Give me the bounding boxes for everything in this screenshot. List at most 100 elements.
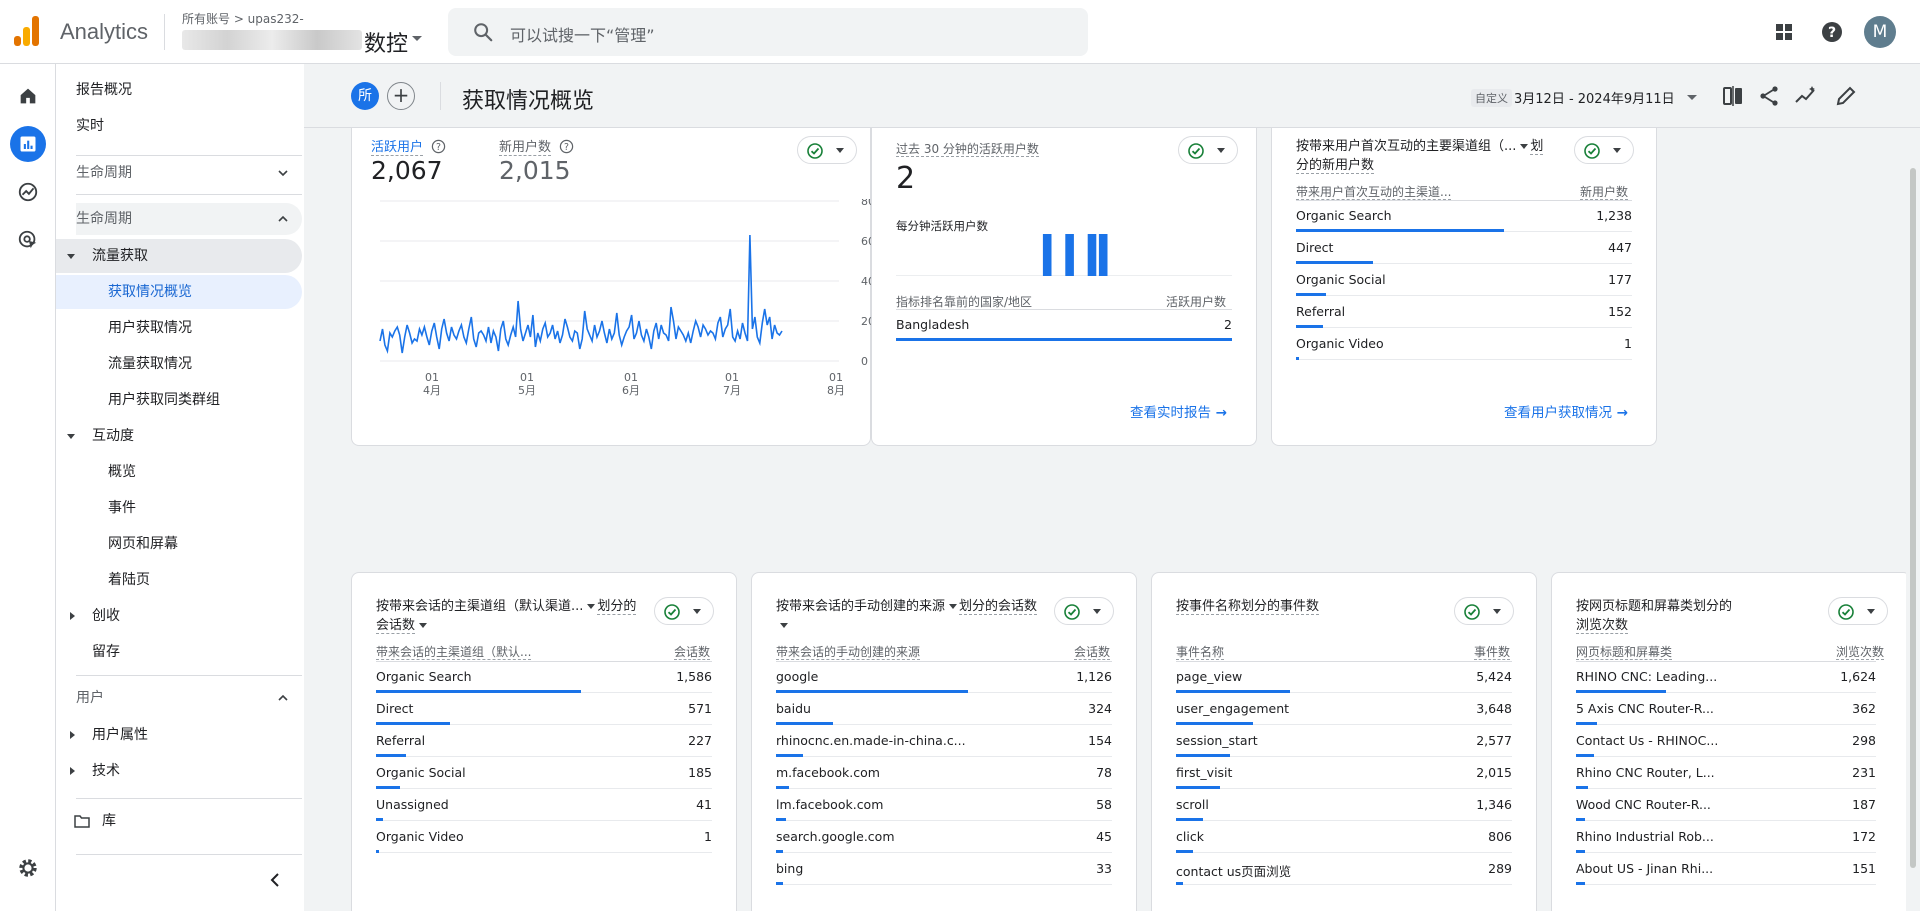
nav-engagement[interactable]: 互动度: [56, 419, 302, 453]
table-row[interactable]: lm.facebook.com 58: [776, 789, 1112, 821]
minute-bar[interactable]: [1042, 234, 1052, 276]
table-row[interactable]: page_view 5,424: [1176, 661, 1512, 693]
minute-bar[interactable]: [1065, 234, 1074, 276]
table-row[interactable]: Bangladesh 2: [896, 309, 1232, 341]
table-row[interactable]: Rhino CNC Router, L... 231: [1576, 757, 1876, 789]
nav-tech[interactable]: 技术: [56, 754, 302, 788]
nav-library[interactable]: 库: [56, 804, 302, 838]
property-name-redacted[interactable]: [182, 30, 362, 50]
table-row[interactable]: user_engagement 3,648: [1176, 693, 1512, 725]
table-row[interactable]: baidu 324: [776, 693, 1112, 725]
nav-retention[interactable]: 留存: [56, 635, 302, 669]
avatar[interactable]: M: [1864, 16, 1896, 48]
card-options-button[interactable]: [1574, 136, 1634, 164]
card-options-button[interactable]: [1828, 597, 1888, 625]
nav-monetization[interactable]: 创收: [56, 599, 302, 633]
nav-eng-overview[interactable]: 概览: [56, 455, 302, 489]
nav-section-user[interactable]: 用户: [76, 682, 302, 714]
table-row[interactable]: About US - Jinan Rhi... 151: [1576, 853, 1876, 885]
table-row[interactable]: Direct 447: [1296, 232, 1632, 264]
search-input[interactable]: 可以试搜一下“管理”: [510, 22, 655, 46]
table-row[interactable]: Organic Search 1,586: [376, 661, 712, 693]
reports-icon[interactable]: [10, 126, 46, 162]
table-row[interactable]: first_visit 2,015: [1176, 757, 1512, 789]
property-name[interactable]: 数控: [364, 26, 408, 58]
chevron-down-icon[interactable]: [780, 622, 788, 628]
table-row[interactable]: bing 33: [776, 853, 1112, 885]
table-row[interactable]: rhinocnc.en.made-in-china.c... 154: [776, 725, 1112, 757]
scrollbar-thumb[interactable]: [1910, 168, 1916, 868]
nav-traffic-acquisition[interactable]: 流量获取情况: [56, 347, 302, 381]
edit-pencil-icon[interactable]: [1834, 84, 1858, 108]
add-comparison-button[interactable]: +: [387, 82, 415, 110]
explore-icon[interactable]: [10, 174, 46, 210]
page-scrollbar[interactable]: [1906, 128, 1920, 911]
nav-section-lifecycle-collapsed[interactable]: 生命周期: [76, 157, 302, 189]
table-row[interactable]: Unassigned 41: [376, 789, 712, 821]
help-circle-icon[interactable]: ?: [559, 139, 574, 154]
chevron-down-icon[interactable]: [412, 36, 422, 41]
table-row[interactable]: Direct 571: [376, 693, 712, 725]
card-options-button[interactable]: [654, 597, 714, 625]
nav-realtime[interactable]: 实时: [56, 109, 302, 143]
table-row[interactable]: contact us页面浏览 289: [1176, 853, 1512, 885]
minute-bar[interactable]: [1087, 234, 1097, 276]
table-row[interactable]: RHINO CNC: Leading... 1,624: [1576, 661, 1876, 693]
analytics-logo[interactable]: [14, 16, 40, 46]
apps-grid-icon[interactable]: [1770, 18, 1798, 46]
sessions-card-title[interactable]: 按带来会话的主渠道组（默认渠道... 划分的会话数: [376, 597, 638, 635]
table-row[interactable]: Organic Video 1: [1296, 328, 1632, 360]
source-card-title[interactable]: 按带来会话的手动创建的来源 划分的会话数: [776, 597, 1038, 635]
series-line[interactable]: [379, 234, 783, 355]
chevron-down-icon[interactable]: [1520, 143, 1529, 149]
nav-acq-overview[interactable]: 获取情况概览: [56, 275, 302, 309]
chevron-down-icon[interactable]: [949, 603, 958, 609]
chevron-down-icon[interactable]: [419, 622, 428, 628]
nav-acquisition[interactable]: 流量获取: [56, 239, 302, 273]
nav-pages-screens[interactable]: 网页和屏幕: [56, 527, 302, 561]
help-circle-icon[interactable]: ?: [431, 139, 446, 154]
table-row[interactable]: Organic Video 1: [376, 821, 712, 853]
metric-tab-active-users[interactable]: 活跃用户 ?: [371, 136, 446, 156]
help-icon[interactable]: ?: [1818, 18, 1846, 46]
chevron-down-icon[interactable]: [587, 603, 596, 609]
share-icon[interactable]: [1757, 84, 1781, 108]
account-breadcrumb[interactable]: 所有账号 > upas232-: [182, 10, 304, 27]
table-row[interactable]: Rhino Industrial Rob... 172: [1576, 821, 1876, 853]
table-row[interactable]: Contact Us - RHINOC... 298: [1576, 725, 1876, 757]
compare-icon[interactable]: [1721, 84, 1745, 108]
chevron-down-icon[interactable]: [1687, 95, 1697, 100]
minute-bar[interactable]: [1098, 234, 1108, 276]
card-options-button[interactable]: [1178, 136, 1238, 164]
settings-icon[interactable]: [10, 850, 46, 886]
card-options-button[interactable]: [797, 136, 857, 164]
date-custom-tag[interactable]: 自定义: [1471, 89, 1512, 107]
nav-section-lifecycle[interactable]: 生命周期: [76, 203, 302, 235]
nav-landing-page[interactable]: 着陆页: [56, 563, 302, 597]
home-icon[interactable]: [10, 78, 46, 114]
nav-user-acq-cohort[interactable]: 用户获取同类群组: [56, 383, 302, 417]
new-users-card-title[interactable]: 按带来用户首次互动的主要渠道组（... 划分的新用户数: [1296, 137, 1556, 175]
table-row[interactable]: Organic Social 177: [1296, 264, 1632, 296]
table-row[interactable]: Organic Social 185: [376, 757, 712, 789]
table-row[interactable]: Organic Search 1,238: [1296, 200, 1632, 232]
collapse-nav-icon[interactable]: [269, 873, 281, 887]
card-options-button[interactable]: [1054, 597, 1114, 625]
table-row[interactable]: google 1,126: [776, 661, 1112, 693]
table-row[interactable]: Referral 152: [1296, 296, 1632, 328]
table-row[interactable]: session_start 2,577: [1176, 725, 1512, 757]
date-range-picker[interactable]: 3月12日 - 2024年9月11日: [1514, 88, 1675, 107]
nav-user-attributes[interactable]: 用户属性: [56, 718, 302, 752]
table-row[interactable]: 5 Axis CNC Router-R... 362: [1576, 693, 1876, 725]
nav-report-overview[interactable]: 报告概况: [56, 73, 302, 107]
search-bar[interactable]: 可以试搜一下“管理”: [448, 8, 1088, 56]
card-options-button[interactable]: [1454, 597, 1514, 625]
table-row[interactable]: Wood CNC Router-R... 187: [1576, 789, 1876, 821]
view-realtime-link[interactable]: 查看实时报告: [1130, 401, 1227, 421]
table-row[interactable]: Referral 227: [376, 725, 712, 757]
table-row[interactable]: scroll 1,346: [1176, 789, 1512, 821]
nav-user-acquisition[interactable]: 用户获取情况: [56, 311, 302, 345]
insights-icon[interactable]: [1794, 84, 1818, 108]
nav-events[interactable]: 事件: [56, 491, 302, 525]
table-row[interactable]: m.facebook.com 78: [776, 757, 1112, 789]
